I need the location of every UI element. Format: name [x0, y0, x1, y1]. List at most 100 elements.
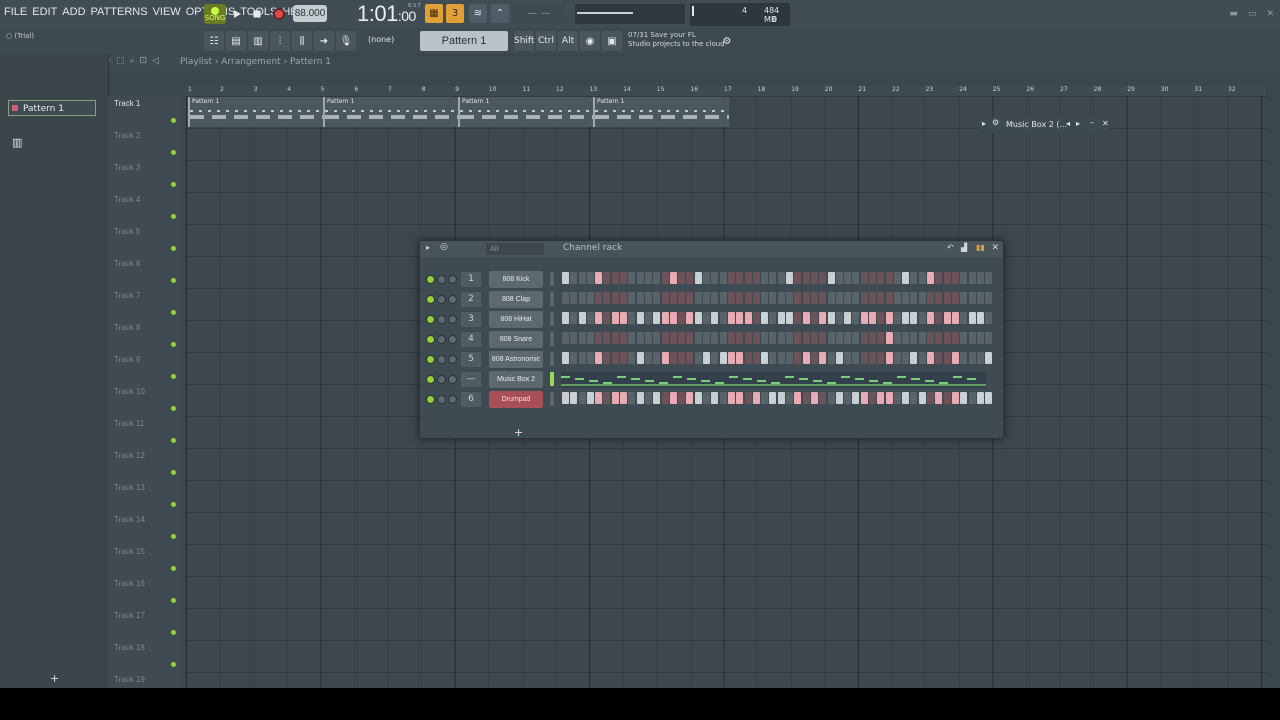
- step-button[interactable]: [827, 352, 835, 364]
- step-button[interactable]: [794, 332, 802, 344]
- step-button[interactable]: [644, 352, 652, 364]
- step-button[interactable]: [736, 312, 744, 324]
- step-button[interactable]: [703, 312, 711, 324]
- step-button[interactable]: [968, 392, 976, 404]
- step-button[interactable]: [711, 292, 719, 304]
- step-button[interactable]: [644, 392, 652, 404]
- channel-mute-led[interactable]: [426, 275, 435, 284]
- step-button[interactable]: [586, 332, 594, 344]
- step-button[interactable]: [910, 332, 918, 344]
- step-button[interactable]: [703, 392, 711, 404]
- step-button[interactable]: [628, 312, 636, 324]
- target-icon[interactable]: ◎: [440, 242, 448, 252]
- close-icon[interactable]: ✕: [1266, 9, 1274, 19]
- channel-name-button[interactable]: 808 Kick: [489, 271, 543, 288]
- step-button[interactable]: [910, 392, 918, 404]
- step-button[interactable]: [686, 352, 694, 364]
- step-button[interactable]: [586, 392, 594, 404]
- step-button[interactable]: [644, 292, 652, 304]
- step-button[interactable]: [736, 352, 744, 364]
- step-button[interactable]: [943, 392, 951, 404]
- step-button[interactable]: [636, 332, 644, 344]
- step-button[interactable]: [819, 392, 827, 404]
- step-button[interactable]: [653, 392, 661, 404]
- step-button[interactable]: [835, 272, 843, 284]
- step-button[interactable]: [852, 272, 860, 284]
- track-enable-led[interactable]: [171, 182, 176, 187]
- step-button[interactable]: [860, 392, 868, 404]
- track-header[interactable]: Track 3: [108, 160, 180, 193]
- step-button[interactable]: [711, 352, 719, 364]
- step-button[interactable]: [603, 352, 611, 364]
- step-button[interactable]: [678, 392, 686, 404]
- step-button[interactable]: [694, 332, 702, 344]
- step-button[interactable]: [586, 292, 594, 304]
- step-button[interactable]: [844, 272, 852, 284]
- shift-key-button[interactable]: Shift: [514, 31, 534, 51]
- step-button[interactable]: [628, 332, 636, 344]
- step-button[interactable]: [719, 332, 727, 344]
- step-button[interactable]: [810, 332, 818, 344]
- channel-select-led[interactable]: [550, 272, 554, 286]
- step-button[interactable]: [794, 312, 802, 324]
- picker-pattern-item[interactable]: Pattern 1: [8, 100, 96, 116]
- track-enable-led[interactable]: [171, 662, 176, 667]
- step-button[interactable]: [910, 272, 918, 284]
- step-button[interactable]: [711, 392, 719, 404]
- step-button[interactable]: [819, 312, 827, 324]
- countdown-toggle[interactable]: ⌃: [491, 4, 509, 23]
- track-header[interactable]: Track 13: [108, 480, 180, 513]
- step-button[interactable]: [578, 312, 586, 324]
- step-button[interactable]: [951, 332, 959, 344]
- step-button[interactable]: [985, 312, 993, 324]
- step-button[interactable]: [678, 312, 686, 324]
- touch-button[interactable]: ◉: [580, 31, 600, 51]
- step-button[interactable]: [644, 332, 652, 344]
- step-button[interactable]: [678, 272, 686, 284]
- channel-volume-knob[interactable]: [448, 375, 457, 384]
- step-button[interactable]: [868, 332, 876, 344]
- step-button[interactable]: [744, 352, 752, 364]
- channel-select-led[interactable]: [550, 292, 554, 306]
- track-header[interactable]: Track 4: [108, 192, 180, 225]
- step-button[interactable]: [935, 392, 943, 404]
- step-button[interactable]: [694, 392, 702, 404]
- step-button[interactable]: [661, 332, 669, 344]
- step-button[interactable]: [761, 292, 769, 304]
- step-button[interactable]: [893, 392, 901, 404]
- step-button[interactable]: [744, 292, 752, 304]
- step-button[interactable]: [927, 292, 935, 304]
- channel-mute-led[interactable]: [426, 355, 435, 364]
- pattern-clip[interactable]: Pattern 1: [188, 97, 324, 127]
- step-button[interactable]: [943, 332, 951, 344]
- step-button[interactable]: [678, 332, 686, 344]
- step-button[interactable]: [703, 332, 711, 344]
- step-button[interactable]: [736, 292, 744, 304]
- song-mode-button[interactable]: SONG: [204, 4, 226, 24]
- step-button[interactable]: [877, 332, 885, 344]
- step-button[interactable]: [877, 312, 885, 324]
- step-button[interactable]: [819, 292, 827, 304]
- record-button[interactable]: [270, 5, 288, 23]
- step-button[interactable]: [918, 292, 926, 304]
- step-button[interactable]: [819, 352, 827, 364]
- step-button[interactable]: [877, 272, 885, 284]
- step-button[interactable]: [835, 352, 843, 364]
- step-button[interactable]: [586, 272, 594, 284]
- step-button[interactable]: [852, 332, 860, 344]
- channel-mixer-track[interactable]: 6: [461, 392, 481, 407]
- menu-edit[interactable]: EDIT: [32, 6, 57, 18]
- stop-button[interactable]: [248, 5, 266, 23]
- step-button[interactable]: [885, 392, 893, 404]
- step-button[interactable]: [960, 332, 968, 344]
- step-button[interactable]: [686, 272, 694, 284]
- step-button[interactable]: [960, 312, 968, 324]
- plugin-window-bar[interactable]: ▸ ⚙ Music Box 2 (... ◂ ▸ – ✕: [978, 117, 1110, 133]
- step-button[interactable]: [810, 352, 818, 364]
- track-enable-led[interactable]: [171, 342, 176, 347]
- channel-rack-header[interactable]: ▸ ◎ All Channel rack ↶ ▟ ▮▮ ✕: [420, 241, 1003, 257]
- step-button[interactable]: [586, 312, 594, 324]
- alt-key-button[interactable]: Alt: [558, 31, 578, 51]
- track-enable-led[interactable]: [171, 406, 176, 411]
- step-button[interactable]: [943, 352, 951, 364]
